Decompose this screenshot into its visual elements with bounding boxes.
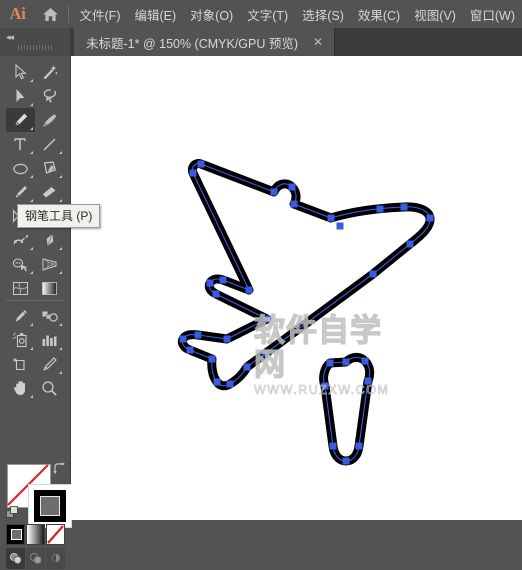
tool-grid [6, 60, 64, 400]
menu-divider [67, 5, 69, 23]
tool-type[interactable] [6, 132, 35, 156]
draw-behind-button[interactable] [26, 548, 45, 569]
color-mode-button[interactable] [6, 524, 25, 545]
flyout-arrow-icon [30, 127, 33, 130]
tool-line-segment[interactable] [35, 132, 64, 156]
tool-shape-builder[interactable] [6, 252, 35, 276]
flyout-arrow-icon [59, 347, 62, 350]
tool-blend[interactable] [35, 304, 64, 328]
tool-lasso[interactable] [35, 84, 64, 108]
tool-curvature[interactable] [35, 108, 64, 132]
stroke-swatch[interactable] [28, 484, 72, 528]
gradient-mode-button[interactable] [26, 524, 45, 545]
menu-item-object[interactable]: 对象(O) [183, 0, 240, 28]
flyout-arrow-icon [30, 347, 33, 350]
tools-panel: 钢笔工具 (P) [0, 56, 101, 569]
tool-eyedropper[interactable] [6, 304, 35, 328]
menu-item-select[interactable]: 选择(S) [295, 0, 351, 28]
menu-item-type[interactable]: 文字(T) [240, 0, 295, 28]
tool-symbol-sprayer[interactable] [6, 328, 35, 352]
tool-shaper[interactable] [35, 156, 64, 180]
flyout-arrow-icon [30, 323, 33, 326]
tool-magic-wand[interactable] [35, 60, 64, 84]
default-fill-stroke-icon[interactable] [6, 506, 19, 524]
flyout-arrow-icon [59, 175, 62, 178]
tool-mesh[interactable] [6, 276, 35, 300]
flyout-arrow-icon [30, 247, 33, 250]
canvas-area[interactable]: 软件自学网 WWW.RUZXW.COM [71, 56, 522, 520]
tool-separator [6, 300, 64, 301]
tool-ellipse[interactable] [6, 156, 35, 180]
tool-width[interactable] [6, 228, 35, 252]
flyout-arrow-icon [59, 323, 62, 326]
app-logo: Ai [9, 4, 26, 23]
tool-paintbrush[interactable] [6, 180, 35, 204]
tool-artboard[interactable] [6, 352, 35, 376]
flyout-arrow-icon [59, 371, 62, 374]
swap-fill-stroke-icon[interactable] [53, 462, 67, 481]
panel-collapse-region[interactable]: ◂◂ [0, 28, 70, 56]
flyout-arrow-icon [30, 199, 33, 202]
home-icon[interactable] [35, 0, 66, 28]
flyout-arrow-icon [30, 175, 33, 178]
document-tab[interactable]: 未标题-1* @ 150% (CMYK/GPU 预览) ✕ [74, 28, 336, 56]
menu-bar: Ai 文件(F) 编辑(E) 对象(O) 文字(T) 选择(S) 效果(C) 视… [0, 0, 522, 28]
flyout-arrow-icon [59, 199, 62, 202]
draw-mode-bar [6, 548, 66, 570]
color-mode-icon [11, 529, 22, 540]
illustrator-window: Ai 文件(F) 编辑(E) 对象(O) 文字(T) 选择(S) 效果(C) 视… [0, 0, 522, 569]
tool-selection[interactable] [6, 60, 35, 84]
document-tab-title: 未标题-1* @ 150% (CMYK/GPU 预览) [86, 36, 299, 51]
airplane-path[interactable] [71, 56, 522, 520]
draw-inside-button[interactable] [46, 548, 65, 569]
tool-zoom[interactable] [35, 376, 64, 400]
tool-direct-selection[interactable] [6, 84, 35, 108]
close-icon[interactable]: ✕ [312, 35, 324, 49]
tool-free-transform[interactable] [35, 228, 64, 252]
tool-perspective-grid[interactable] [35, 252, 64, 276]
flyout-arrow-icon [59, 151, 62, 154]
tool-eraser[interactable] [35, 180, 64, 204]
draw-normal-button[interactable] [6, 548, 25, 569]
document-tab-bar: ◂◂ 未标题-1* @ 150% (CMYK/GPU 预览) ✕ [0, 28, 522, 56]
flyout-arrow-icon [59, 271, 62, 274]
double-chevron-left-icon[interactable]: ◂◂ [6, 32, 14, 43]
flyout-arrow-icon [30, 79, 33, 82]
menu-item-edit[interactable]: 编辑(E) [127, 0, 183, 28]
color-mode-bar [6, 524, 66, 546]
drag-grip-icon[interactable] [18, 45, 54, 50]
menu-item-view[interactable]: 视图(V) [407, 0, 463, 28]
flyout-arrow-icon [30, 395, 33, 398]
tool-gradient[interactable] [35, 276, 64, 300]
menu-item-effect[interactable]: 效果(C) [351, 0, 407, 28]
menu-item-file[interactable]: 文件(F) [73, 0, 128, 28]
tool-column-graph[interactable] [35, 328, 64, 352]
menu-item-window[interactable]: 窗口(W) [463, 0, 522, 28]
stroke-swatch-hole [40, 496, 60, 516]
none-mode-button[interactable] [46, 524, 65, 545]
tool-tooltip: 钢笔工具 (P) [17, 204, 101, 228]
fill-stroke-controls [5, 460, 72, 528]
tool-slice[interactable] [35, 352, 64, 376]
tool-hand[interactable] [6, 376, 35, 400]
tool-pen[interactable] [6, 108, 35, 132]
flyout-arrow-icon [30, 271, 33, 274]
flyout-arrow-icon [30, 103, 33, 106]
flyout-arrow-icon [30, 151, 33, 154]
flyout-arrow-icon [59, 247, 62, 250]
